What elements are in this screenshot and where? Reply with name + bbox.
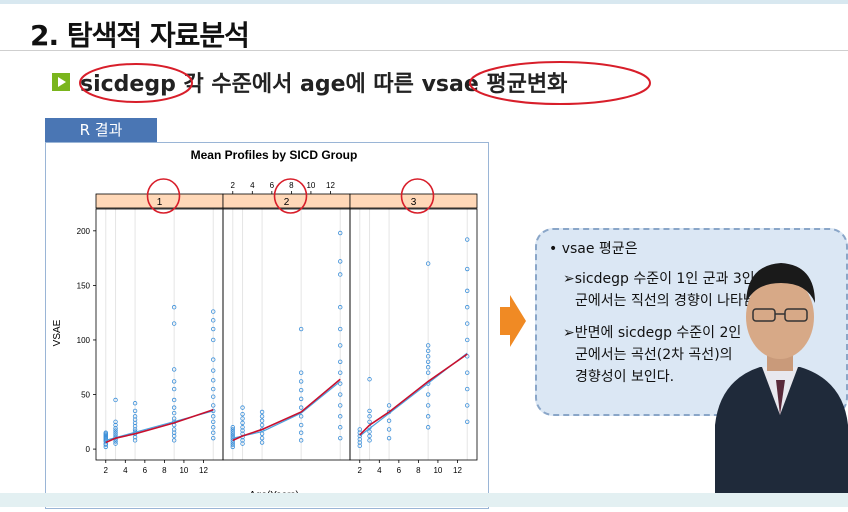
right-arrow-icon xyxy=(500,295,526,347)
x-tick-label: 4 xyxy=(377,466,382,475)
fit-line xyxy=(232,380,341,439)
x-tick-label: 4 xyxy=(123,466,128,475)
x-tick-label: 2 xyxy=(104,466,109,475)
y-tick-label: 150 xyxy=(77,281,91,290)
bottom-band xyxy=(0,493,848,507)
x-tick-label: 6 xyxy=(397,466,402,475)
panel-strip-label: 3 xyxy=(411,197,417,208)
x-tick-label: 8 xyxy=(289,181,294,190)
x-tick-label: 12 xyxy=(199,466,208,475)
y-tick-label: 100 xyxy=(77,336,91,345)
x-tick-label: 12 xyxy=(326,181,335,190)
y-tick-label: 50 xyxy=(81,391,90,400)
x-tick-label: 10 xyxy=(306,181,315,190)
chart-title: Mean Profiles by SICD Group xyxy=(191,148,358,162)
x-tick-label: 8 xyxy=(416,466,421,475)
r-plot-panel: Mean Profiles by SICD Group Age(Years) V… xyxy=(45,142,489,509)
r-result-tab[interactable]: R 결과 xyxy=(45,118,157,142)
y-axis-label: VSAE xyxy=(52,319,63,346)
mean-line xyxy=(232,378,341,442)
x-tick-label: 10 xyxy=(179,466,188,475)
panel-strip-label: 1 xyxy=(157,197,163,208)
presenter-video xyxy=(715,263,848,507)
x-tick-label: 8 xyxy=(162,466,167,475)
y-tick-label: 200 xyxy=(77,227,91,236)
x-tick-label: 4 xyxy=(250,181,255,190)
annotation-circle-vsae xyxy=(469,61,651,105)
mean-profiles-chart: Mean Profiles by SICD Group Age(Years) V… xyxy=(52,148,478,501)
note-heading: • vsae 평균은 xyxy=(549,241,638,257)
x-tick-label: 2 xyxy=(231,181,236,190)
note-point2-line3: 경향성이 보인다. xyxy=(575,369,675,385)
y-tick-label: 0 xyxy=(86,445,91,454)
x-tick-label: 6 xyxy=(270,181,275,190)
x-tick-label: 6 xyxy=(143,466,148,475)
annotation-circle-sicdegp xyxy=(79,63,193,103)
panel-strip-label: 2 xyxy=(284,197,290,208)
x-tick-label: 2 xyxy=(358,466,363,475)
x-tick-label: 12 xyxy=(453,466,462,475)
mean-line xyxy=(105,409,214,444)
x-tick-label: 10 xyxy=(433,466,442,475)
